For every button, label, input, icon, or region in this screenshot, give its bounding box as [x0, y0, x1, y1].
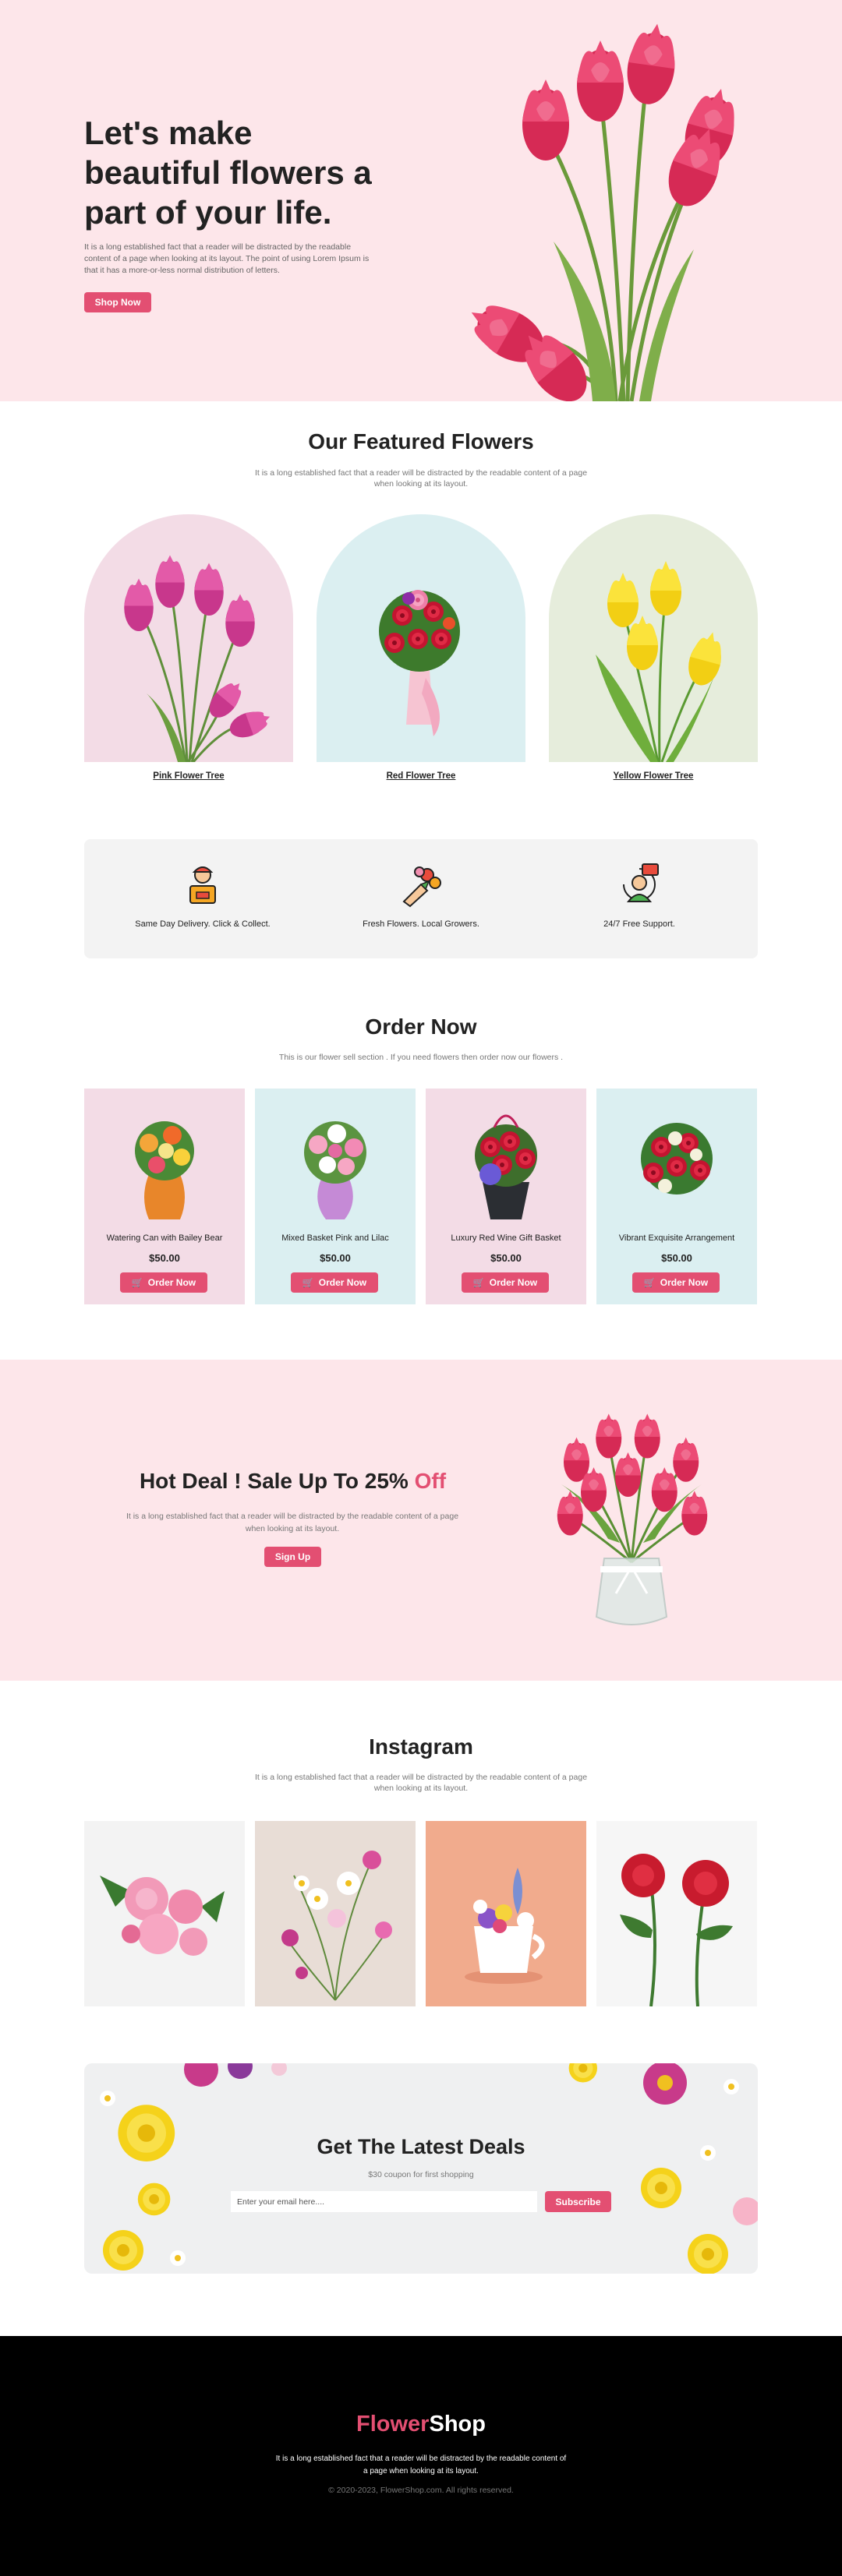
hero-tulips-image: [460, 20, 744, 401]
product-image: [475, 1114, 537, 1219]
featured-title: Our Featured Flowers: [308, 429, 534, 453]
hero-description: It is a long established fact that a rea…: [84, 242, 370, 275]
order-now-button[interactable]: 🛒 Order Now: [120, 1272, 207, 1293]
shop-now-button[interactable]: Shop Now: [84, 292, 151, 312]
instagram-post[interactable]: [255, 1821, 416, 2006]
order-now-button[interactable]: 🛒 Order Now: [632, 1272, 720, 1293]
feature-delivery: Same Day Delivery. Click & Collect.: [109, 861, 296, 929]
order-now-label: Order Now: [660, 1277, 709, 1288]
hot-deal-section: Hot Deal ! Sale Up To 25% Off It is a lo…: [0, 1360, 842, 1681]
deal-description: It is a long established fact that a rea…: [126, 1512, 459, 1533]
footer-copyright: © 2020-2023, FlowerShop.com. All rights …: [328, 2486, 514, 2495]
support-agent-icon: [623, 863, 659, 902]
newsletter-title: Get The Latest Deals: [317, 2135, 525, 2158]
product-image: [135, 1121, 194, 1219]
product-price: $50.00: [490, 1252, 522, 1264]
product-price: $50.00: [149, 1252, 180, 1264]
featured-image-red[interactable]: [317, 514, 525, 762]
order-now-label: Order Now: [489, 1277, 538, 1288]
featured-image-yellow[interactable]: [549, 514, 758, 762]
product-name: Watering Can with Bailey Bear: [106, 1233, 223, 1243]
order-now-label: Order Now: [147, 1277, 196, 1288]
deal-title-accent: Off: [414, 1469, 447, 1493]
instagram-subtitle: It is a long established fact that a rea…: [254, 1773, 588, 1793]
feature-fresh: Fresh Flowers. Local Growers.: [327, 861, 515, 929]
product-image: [304, 1121, 366, 1219]
feature-fresh-label: Fresh Flowers. Local Growers.: [363, 919, 479, 929]
order-now-button[interactable]: 🛒 Order Now: [462, 1272, 549, 1293]
product-card: Luxury Red Wine Gift Basket $50.00 🛒 Orde…: [426, 1089, 586, 1304]
hero-title: Let's make beautiful flowers a part of y…: [84, 115, 372, 231]
instagram-post[interactable]: [426, 1821, 586, 2006]
tulip-vase-image: [557, 1413, 708, 1625]
instagram-title: Instagram: [369, 1734, 473, 1759]
newsletter-floral-background: [100, 2063, 758, 2274]
feature-support-label: 24/7 Free Support.: [603, 919, 675, 929]
featured-link-yellow[interactable]: Yellow Flower Tree: [549, 771, 758, 781]
bouquet-icon: [402, 866, 441, 908]
footer-logo[interactable]: FlowerShop: [0, 2412, 842, 2437]
delivery-person-icon: [189, 866, 216, 904]
featured-link-red[interactable]: Red Flower Tree: [317, 771, 525, 781]
cart-icon: 🛒: [302, 1277, 314, 1288]
product-card: Watering Can with Bailey Bear $50.00 🛒 Or…: [84, 1089, 245, 1304]
product-name: Mixed Basket Pink and Lilac: [281, 1233, 389, 1243]
deal-title-main: Hot Deal ! Sale Up To 25%: [139, 1469, 415, 1493]
subscribe-button[interactable]: Subscribe: [545, 2191, 611, 2212]
product-card: Vibrant Exquisite Arrangement $50.00 🛒 Or…: [596, 1089, 757, 1304]
instagram-post[interactable]: [596, 1821, 757, 2006]
product-price: $50.00: [661, 1252, 692, 1264]
featured-link-pink[interactable]: Pink Flower Tree: [84, 771, 293, 781]
product-name: Vibrant Exquisite Arrangement: [618, 1233, 735, 1243]
order-title: Order Now: [365, 1015, 477, 1039]
order-subtitle: This is our flower sell section . If you…: [278, 1053, 564, 1062]
footer-logo-shop: Shop: [429, 2412, 486, 2437]
feature-delivery-label: Same Day Delivery. Click & Collect.: [135, 919, 271, 929]
cart-icon: 🛒: [472, 1277, 485, 1288]
cart-icon: 🛒: [131, 1277, 143, 1288]
features-bar: Same Day Delivery. Click & Collect. Fres…: [84, 839, 758, 958]
hero-section: Let's make beautiful flowers a part of y…: [0, 0, 842, 401]
product-card: Mixed Basket Pink and Lilac $50.00 🛒 Orde…: [255, 1089, 416, 1304]
newsletter-section: Get The Latest Deals $30 coupon for firs…: [84, 2063, 758, 2274]
deal-title: Hot Deal ! Sale Up To 25% Off: [84, 1469, 501, 1494]
sign-up-button[interactable]: Sign Up: [264, 1547, 321, 1567]
newsletter-subtitle: $30 coupon for first shopping: [368, 2170, 474, 2179]
order-now-label: Order Now: [318, 1277, 367, 1288]
product-price: $50.00: [320, 1252, 351, 1264]
email-input[interactable]: [231, 2191, 537, 2212]
product-name: Luxury Red Wine Gift Basket: [451, 1233, 561, 1243]
featured-image-pink[interactable]: [84, 514, 293, 762]
instagram-post[interactable]: [84, 1821, 245, 2006]
order-now-button[interactable]: 🛒 Order Now: [291, 1272, 378, 1293]
footer-description: It is a long established fact that a rea…: [275, 2454, 567, 2475]
feature-support: 24/7 Free Support.: [546, 861, 733, 929]
featured-subtitle: It is a long established fact that a rea…: [254, 468, 588, 489]
footer-logo-flower: Flower: [356, 2412, 430, 2437]
footer: FlowerShop It is a long established fact…: [0, 2336, 842, 2576]
product-image: [641, 1123, 713, 1194]
cart-icon: 🛒: [643, 1277, 656, 1288]
